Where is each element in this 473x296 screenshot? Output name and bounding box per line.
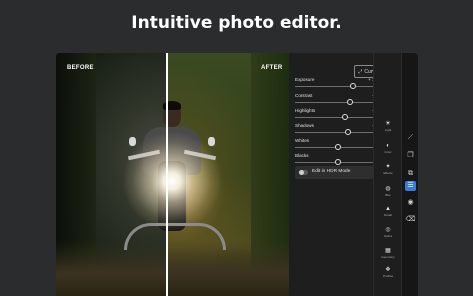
- mirror-left: [129, 137, 136, 146]
- slider-track[interactable]: [295, 117, 381, 118]
- slider-label: Blacks: [295, 153, 309, 158]
- geometry-icon: ▦: [385, 248, 391, 254]
- erase-icon[interactable]: ⌫: [405, 215, 416, 225]
- after-label: AFTER: [261, 65, 283, 71]
- versions-icon[interactable]: ❐: [405, 151, 416, 161]
- adjust-icon[interactable]: ☰: [405, 181, 416, 191]
- blur-icon: ◍: [385, 186, 391, 192]
- app-window: BEFORE AFTER ⤢ Curve Exposure+ 1.60Contr…: [56, 53, 418, 296]
- slider-exposure[interactable]: Exposure+ 1.60: [295, 77, 381, 91]
- profiles-icon: ❖: [385, 267, 391, 273]
- tool-label: Blur: [385, 193, 391, 197]
- tool-detail[interactable]: ▲ Detail: [374, 206, 402, 217]
- tool-light[interactable]: ☀ Light: [374, 121, 402, 132]
- light-icon: ☀: [385, 121, 391, 127]
- slider-label: Whites: [295, 138, 310, 143]
- slider-thumb[interactable]: [350, 83, 357, 89]
- tool-optics[interactable]: ◎ Optics: [374, 227, 402, 238]
- mask-icon[interactable]: ◉: [405, 198, 416, 208]
- slider-label: Contrast: [295, 93, 313, 98]
- tool-label: Effects: [383, 171, 393, 175]
- hdr-mode-label: Edit in HDR Mode: [312, 169, 351, 174]
- curve-icon: ⤢: [358, 68, 363, 75]
- slider-track[interactable]: [295, 86, 381, 87]
- slider-thumb[interactable]: [335, 144, 341, 150]
- toggle-switch[interactable]: [299, 170, 308, 175]
- slider-contrast[interactable]: Contrast+ 29: [295, 93, 381, 107]
- photo-canvas[interactable]: BEFORE AFTER: [56, 53, 289, 296]
- slider-thumb[interactable]: [347, 99, 354, 105]
- slider-whites[interactable]: Whites0: [295, 138, 381, 152]
- tool-color[interactable]: ◐ Color: [374, 143, 402, 154]
- tool-label: Optics: [383, 234, 393, 238]
- headline: Intuitive photo editor.: [131, 13, 342, 33]
- headlight-glow: [122, 131, 222, 231]
- slider-thumb[interactable]: [345, 129, 352, 135]
- color-icon: ◐: [386, 143, 390, 149]
- tool-label: Detail: [384, 213, 392, 217]
- slider-label: Highlights: [295, 108, 316, 113]
- slider-track[interactable]: [295, 132, 381, 133]
- before-label: BEFORE: [67, 65, 94, 71]
- tool-label: Geometry: [381, 255, 395, 259]
- slider-thumb[interactable]: [341, 114, 348, 120]
- tool-blur[interactable]: ◍ Blur: [374, 186, 402, 197]
- effects-icon: ✦: [385, 164, 391, 170]
- presets-icon[interactable]: ⧉: [405, 169, 416, 179]
- optics-icon: ◎: [385, 227, 391, 233]
- slider-thumb[interactable]: [335, 159, 341, 165]
- right-toolbar: ⟋ ❐ ⧉ ☰ ◉ ⌫: [401, 53, 418, 296]
- mirror-right: [208, 137, 215, 146]
- slider-blacks[interactable]: Blacks0: [295, 153, 381, 167]
- tool-rail: ☀ Light ◐ Color ✦ Effects ◍ Blur ▲ Detail ◎ Optics ▦…: [373, 53, 402, 296]
- auto-icon[interactable]: ⟋: [405, 133, 416, 143]
- tool-effects[interactable]: ✦ Effects: [374, 164, 402, 175]
- tool-label: Profiles: [382, 274, 393, 278]
- slider-label: Shadows: [295, 123, 314, 128]
- tool-label: Color: [384, 150, 392, 154]
- hdr-mode-toggle[interactable]: Edit in HDR Mode: [295, 166, 379, 179]
- detail-icon: ▲: [385, 206, 391, 212]
- tool-label: Light: [384, 128, 392, 132]
- tool-geometry[interactable]: ▦ Geometry: [374, 248, 402, 259]
- tool-profiles[interactable]: ❖ Profiles: [374, 267, 402, 278]
- slider-highlights[interactable]: Highlights+ 17: [295, 108, 381, 122]
- slider-shadows[interactable]: Shadows+ 30: [295, 123, 381, 137]
- slider-label: Exposure: [295, 77, 315, 82]
- slider-track[interactable]: [295, 102, 381, 103]
- before-after-divider[interactable]: [166, 53, 168, 296]
